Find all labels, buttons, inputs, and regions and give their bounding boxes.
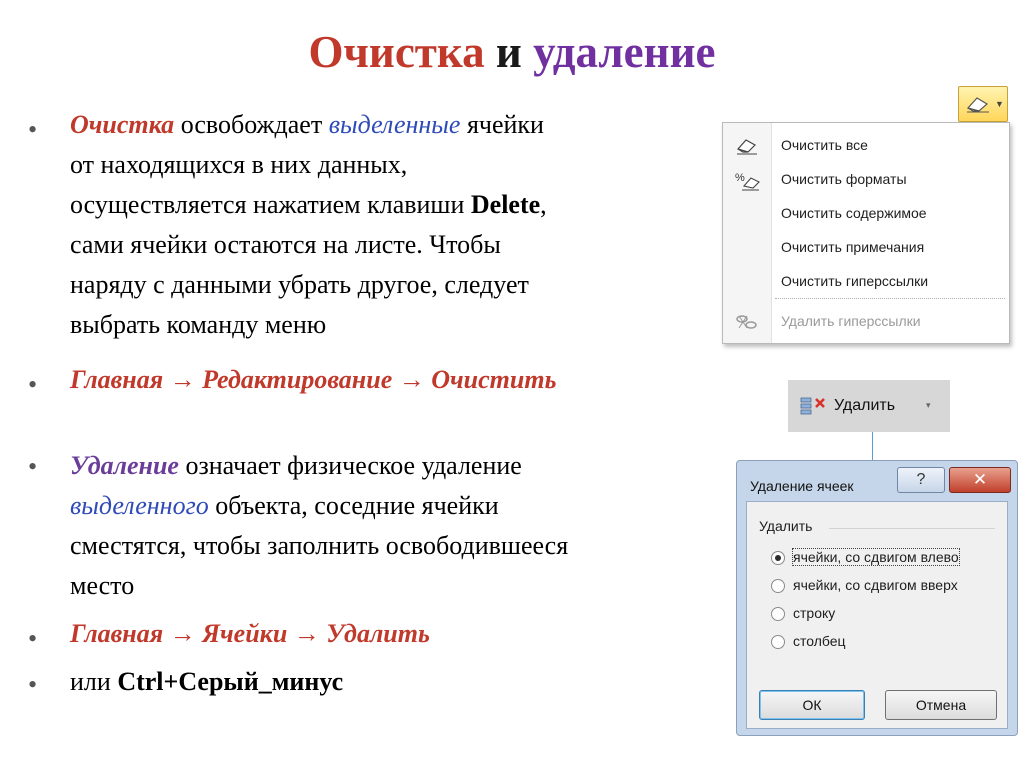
para1-text: освобождает	[174, 110, 329, 139]
paragraph-clear: Очистка освобождает выделенные ячейки от…	[70, 105, 547, 345]
menu-item-remove-hyperlinks: Удалить гиперссылки	[723, 307, 1009, 337]
cancel-button[interactable]: Отмена	[885, 690, 997, 720]
eraser-icon	[966, 97, 989, 113]
bullet-4: •	[28, 624, 38, 653]
term-clear: Очистка	[70, 110, 175, 139]
para2-line-3: сместятся, чтобы заполнить освободившеес…	[70, 531, 569, 560]
shortcut-key: Ctrl+Серый_минус	[117, 667, 344, 696]
para1-comma: ,	[540, 190, 547, 219]
para1-line-3: осуществляется нажатием клавиши	[70, 190, 471, 219]
delete-dropdown-button[interactable]: Удалить ▾	[788, 380, 950, 432]
delete-button-label: Удалить	[834, 397, 896, 414]
delete-cells-dialog: Удаление ячеек ? ✕ Удалить ячейки, со сд…	[736, 460, 1018, 736]
term-selected-object: выделенного	[70, 491, 209, 520]
group-label: Удалить	[759, 518, 813, 534]
bullet-1: •	[28, 115, 38, 144]
eraser-icon	[736, 139, 757, 155]
term-delete: Удаление	[70, 451, 179, 480]
para1-line-5: наряду с данными убрать другое, следует	[70, 270, 529, 299]
remove-link-icon	[736, 315, 757, 329]
shortcut-line: или Ctrl+Серый_минус	[70, 662, 343, 702]
para1-line-6: выбрать команду меню	[70, 310, 327, 339]
title-part-delete: удаление	[533, 27, 716, 77]
chevron-down-icon: ▼	[995, 99, 1004, 109]
ok-button[interactable]: ОК	[759, 690, 865, 720]
radio-circle	[771, 635, 785, 649]
menu-item-label: Очистить примечания	[781, 239, 925, 255]
para1-line-2: от находящихся в них данных,	[70, 150, 408, 179]
dialog-title: Удаление ячеек	[750, 478, 854, 494]
para2-text-2: объекта, соседние ячейки	[208, 491, 499, 520]
radio-label: ячейки, со сдвигом вверх	[793, 577, 958, 593]
group-divider	[829, 528, 995, 529]
menu-separator	[775, 298, 1005, 299]
slide-title: Очистка и удаление	[0, 26, 1024, 78]
clear-dropdown-button[interactable]: ▼	[958, 86, 1008, 122]
menu-item-clear-all[interactable]: Очистить все	[723, 131, 1009, 161]
connector-line	[872, 432, 873, 462]
para1-line-4: сами ячейки остаются на листе. Чтобы	[70, 230, 501, 259]
dialog-body: Удалить ячейки, со сдвигом влево ячейки,…	[746, 501, 1008, 729]
menu-item-clear-hyperlinks[interactable]: Очистить гиперссылки	[723, 267, 1009, 297]
radio-circle	[771, 579, 785, 593]
radio-shift-up[interactable]: ячейки, со сдвигом вверх	[771, 576, 1001, 598]
radio-shift-left[interactable]: ячейки, со сдвигом влево	[771, 548, 1001, 570]
radio-label: столбец	[793, 633, 846, 649]
radio-label: строку	[793, 605, 836, 621]
help-button[interactable]: ?	[897, 467, 945, 493]
chevron-down-icon: ▾	[926, 400, 931, 410]
close-button[interactable]: ✕	[949, 467, 1011, 493]
radio-label: ячейки, со сдвигом влево	[792, 548, 960, 566]
menu-path-clear: Главная → Редактирование → Очистить	[70, 365, 557, 394]
radio-column[interactable]: столбец	[771, 632, 1001, 654]
paragraph-delete: Удаление означает физическое удаление вы…	[70, 446, 568, 606]
menu-item-label: Очистить форматы	[781, 171, 907, 187]
clear-formats-icon: %	[735, 172, 760, 191]
menu-item-label: Очистить все	[781, 137, 868, 153]
radio-circle	[771, 607, 785, 621]
menu-item-clear-contents[interactable]: Очистить содержимое	[723, 199, 1009, 229]
menu-item-label: Очистить содержимое	[781, 205, 927, 221]
key-delete: Delete	[470, 190, 541, 219]
menu-item-clear-formats[interactable]: % Очистить форматы	[723, 165, 1009, 195]
svg-text:%: %	[735, 172, 745, 184]
para2-line-4: место	[70, 571, 135, 600]
title-part-clear: Очистка	[308, 27, 485, 77]
title-part-and: и	[495, 27, 522, 77]
bullet-5: •	[28, 670, 38, 699]
menu-path-delete: Главная → Ячейки → Удалить	[70, 619, 430, 648]
radio-row[interactable]: строку	[771, 604, 1001, 626]
menu-item-label: Очистить гиперссылки	[781, 273, 929, 289]
menu-item-clear-comments[interactable]: Очистить примечания	[723, 233, 1009, 263]
bullet-2: •	[28, 370, 38, 399]
term-selected: выделенные	[328, 110, 461, 139]
radio-circle	[771, 551, 785, 565]
bullet-3: •	[28, 452, 38, 481]
shortcut-prefix: или	[70, 667, 118, 696]
para2-text: означает физическое удаление	[178, 451, 522, 480]
delete-cells-icon	[800, 397, 825, 415]
clear-menu: Очистить все % Очистить форматы Очистить…	[722, 122, 1010, 344]
para1-text-2: ячейки	[460, 110, 544, 139]
menu-item-label: Удалить гиперссылки	[781, 313, 921, 329]
